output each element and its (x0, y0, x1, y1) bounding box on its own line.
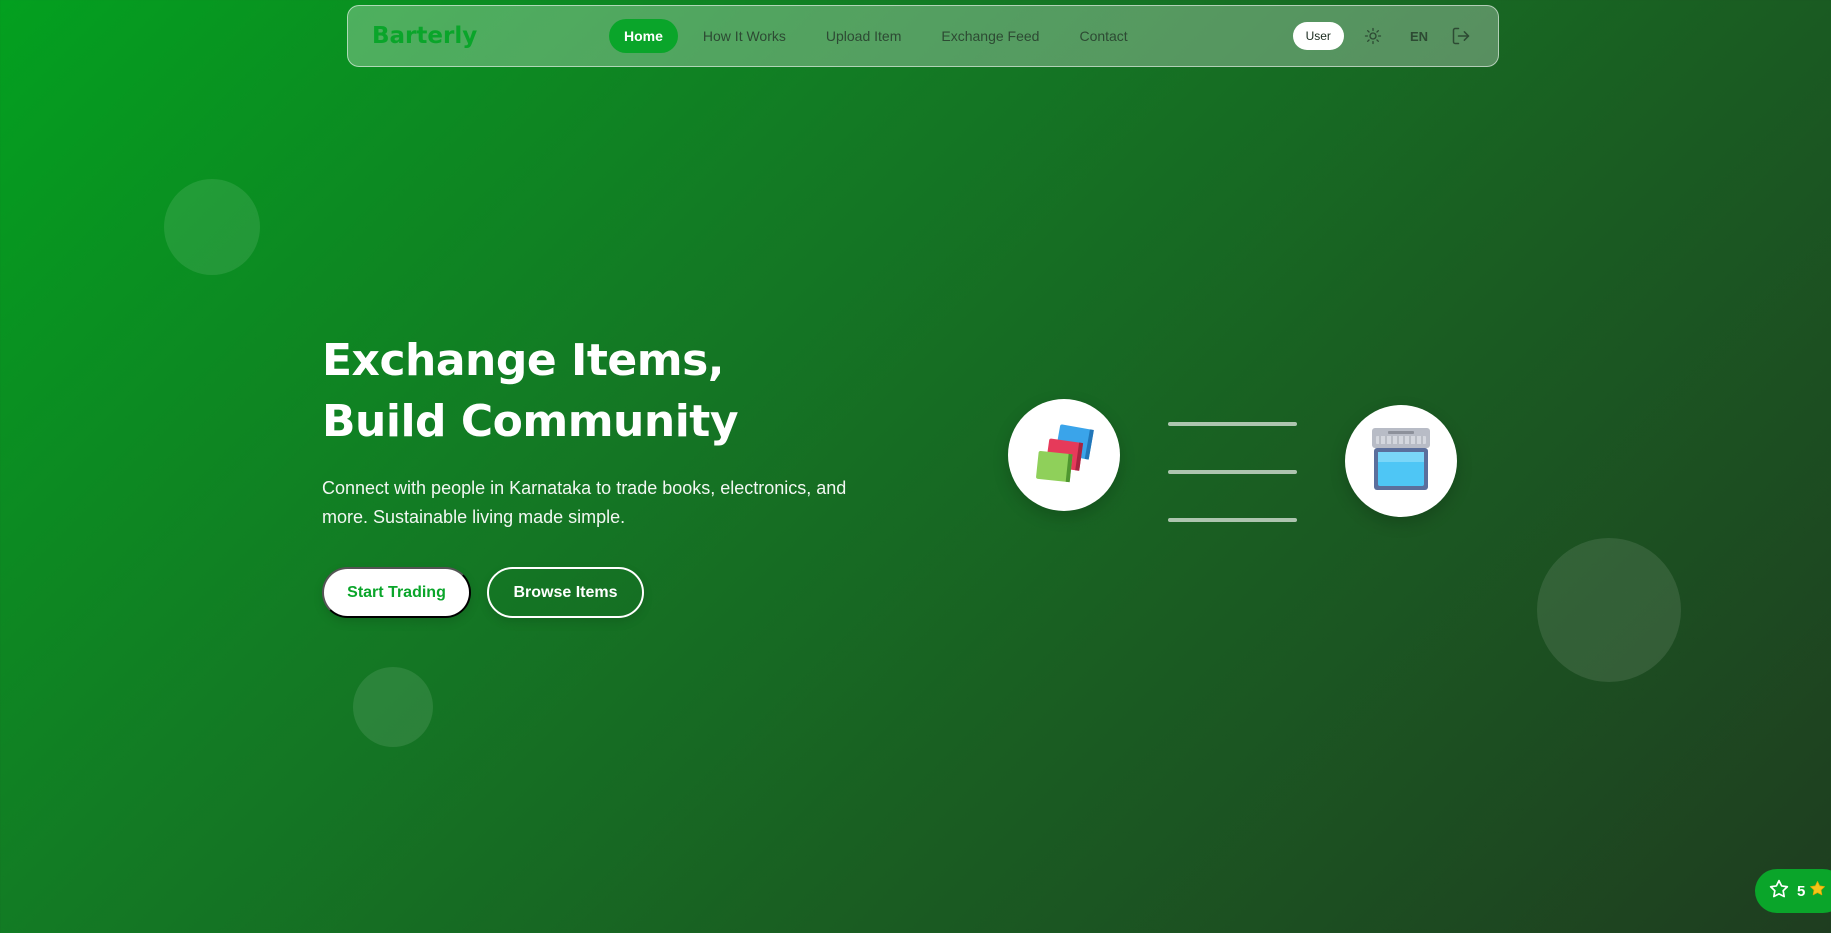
hero-subtitle: Connect with people in Karnataka to trad… (322, 478, 847, 527)
books-icon (1031, 423, 1097, 488)
nav-link-contact[interactable]: Contact (1064, 19, 1142, 53)
star-icon (1809, 880, 1826, 902)
nav-actions: User EN (1292, 22, 1474, 50)
hero-buttons: Start Trading Browse Items (322, 567, 922, 618)
decorative-bubble (1537, 538, 1681, 682)
hero-title: Exchange Items, Build Community (322, 330, 922, 452)
language-selector[interactable]: EN (1410, 29, 1428, 44)
browse-items-button[interactable]: Browse Items (487, 567, 644, 618)
start-trading-button[interactable]: Start Trading (322, 567, 471, 618)
decorative-bubble (353, 667, 433, 747)
logout-icon[interactable] (1448, 23, 1474, 49)
nav-link-how-it-works[interactable]: How It Works (688, 19, 801, 53)
rating-count: 5 (1797, 882, 1806, 900)
laptop-icon (1370, 426, 1432, 497)
books-illustration (1008, 399, 1120, 511)
hero-title-line-1: Exchange Items, (322, 335, 725, 386)
decorative-bubble (164, 179, 260, 275)
laptop-illustration (1345, 405, 1457, 517)
star-outline-icon (1769, 879, 1789, 904)
sun-icon[interactable] (1360, 23, 1386, 49)
nav-link-exchange-feed[interactable]: Exchange Feed (926, 19, 1054, 53)
nav-link-upload-item[interactable]: Upload Item (811, 19, 916, 53)
navbar: Barterly Home How It Works Upload Item E… (347, 5, 1499, 67)
exchange-line (1168, 470, 1297, 474)
nav-links: Home How It Works Upload Item Exchange F… (609, 19, 1153, 53)
exchange-line (1168, 422, 1297, 426)
hero-title-line-2: Build Community (322, 396, 739, 447)
user-badge[interactable]: User (1292, 22, 1344, 50)
nav-link-home[interactable]: Home (609, 19, 678, 53)
hero-section: Exchange Items, Build Community Connect … (322, 330, 922, 618)
brand-logo[interactable]: Barterly (372, 23, 602, 49)
exchange-line (1168, 518, 1297, 522)
rating-widget[interactable]: 5 (1755, 869, 1831, 913)
